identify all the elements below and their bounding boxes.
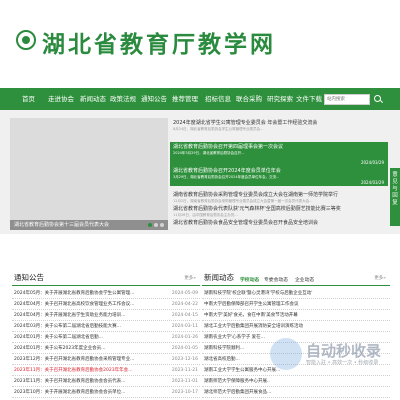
notice-title[interactable]: 2024年03月：关于公布第二届湖北省后勤技能大赛...	[14, 321, 164, 332]
nav-item-home[interactable]: 首页	[22, 88, 35, 110]
notice-row[interactable]: 2023年11月：关于召开湖北省教育后勤协会会员代表... 2023-11-01	[12, 376, 200, 387]
news-panel-row[interactable]: 湖北师范大学后勤集团开展食品...	[202, 387, 390, 398]
slider-caption[interactable]: 湖北省教育后勤协会第十三届会员代表大会	[14, 221, 109, 228]
notice-row[interactable]: 2024年01月：关于公布第二届湖北省后勤... 2024-01-26	[12, 332, 200, 343]
nav-item-notices[interactable]: 通知公告	[141, 88, 167, 110]
logo-emblem-icon	[16, 30, 36, 50]
notice-date: 2024-01-26	[171, 335, 198, 340]
notice-title[interactable]: 2024年05月：关于开展湖北省教育后勤协会学生公寓管理...	[14, 288, 164, 299]
news-panel-row-title[interactable]: 中南大学'美好'食光，食在中南'美食节活动开幕	[204, 310, 384, 321]
news-panel-row-title[interactable]: 湖北工业大学后勤集团开展消防安全培训演练活动	[204, 321, 384, 332]
slider-dots	[148, 223, 164, 227]
notice-title[interactable]: 2023年12月：关于召开湖北省教育后勤协会采购管理专业...	[14, 354, 164, 365]
news-item-title[interactable]: 湖北省教育后勤协会食品安全管理专业委员会召开食品安全培训会	[173, 219, 385, 226]
tab-committee-news[interactable]: 专委会动态	[264, 276, 288, 283]
watermark-subtext: 智能入驻 • 高效一次 • 秒级收录	[306, 360, 379, 366]
site-header: 湖北省教育厅教学网	[0, 0, 400, 88]
notice-date: 2023-11-01	[171, 379, 198, 384]
notice-date: 2023-10-17	[171, 390, 198, 395]
featured-news-list: 2024年度湖北省学生公寓管理专业委员会 年会暨工作经验交流会 8月24日，湖北…	[170, 118, 388, 230]
nav-item-purchasing[interactable]: 联合采购	[236, 88, 262, 110]
notice-row[interactable]: 2024年05月：关于开展湖北省教育后勤协会学生公寓管理... 2024-05-0…	[12, 288, 200, 299]
tab-school-news[interactable]: 学校动态	[240, 276, 259, 283]
news-panel: 新闻动态 学校动态 专委会动态 企业动态 更多» 湖南科技学院'校企联'暨心灵港…	[202, 270, 390, 400]
notice-date: 2024-05-09	[171, 291, 198, 296]
notices-panel: 通知公告 更多» 2024年05月：关于开展湖北省教育后勤协会学生公寓管理...…	[12, 270, 200, 400]
news-panel-more-link[interactable]: 更多»	[374, 275, 386, 281]
watermark-text: 自动秒收录	[306, 342, 382, 360]
nav-item-news[interactable]: 新闻动态	[80, 88, 106, 110]
notice-row[interactable]: 2024年04月：关于召开湖北省高校饮食管理业务工作会议... 2024-04-2…	[12, 299, 200, 310]
site-logo-text[interactable]: 湖北省教育厅教学网	[42, 25, 276, 59]
news-item-title[interactable]: 湖北省教育后勤协会召开第四届理事会第一次会议	[173, 143, 385, 150]
notice-row[interactable]: 2023年11月：关于召开湖北省教育后勤协会2023年年会... 2023-11-…	[12, 365, 200, 376]
news-panel-row-title[interactable]: 湖南科技学院'校企联'暨心灵港湾'学校与后勤企业互动'	[204, 288, 384, 299]
tab-enterprise-news[interactable]: 企业动态	[295, 276, 314, 283]
news-item-date: 2024/03/29	[360, 160, 384, 165]
nav-item-research[interactable]: 研究探索	[267, 88, 293, 110]
notice-date: 2024-04-15	[171, 313, 198, 318]
news-item-title[interactable]: 2024年度湖北省学生公寓管理专业委员会 年会暨工作经验交流会	[173, 119, 385, 126]
search-input[interactable]	[324, 94, 370, 105]
notices-more-link[interactable]: 更多»	[184, 275, 196, 281]
notice-row[interactable]: 2023年10月：关于开展湖北省教育后勤协会会员单位... 2023-10-17	[12, 387, 200, 398]
news-panel-title: 新闻动态	[204, 273, 234, 282]
slider-dot[interactable]	[154, 223, 158, 227]
notice-row[interactable]: 2024年03月：关于公布第二届湖北省后勤技能大赛... 2024-03-11	[12, 321, 200, 332]
watermark: 自动秒收录 智能入驻 • 高效一次 • 秒级收录	[270, 336, 400, 376]
notices-header: 通知公告 更多»	[12, 270, 200, 286]
news-panel-row-title[interactable]: 湖北师范大学后勤集团开展食品...	[204, 387, 384, 398]
nav-item-downloads[interactable]: 文件下载	[296, 88, 322, 110]
nav-item-bidding[interactable]: 招标信息	[205, 88, 231, 110]
news-item-date: 2024/03/29	[360, 180, 384, 185]
news-panel-row[interactable]: 湖南师范大学保障服务中心开展..	[202, 376, 390, 387]
slider-dot[interactable]	[148, 223, 152, 227]
notice-date: 2024-04-22	[171, 302, 198, 307]
news-item-desc: 8月24日，湖北省教育后勤协会学生公寓管理专业委员会...	[173, 127, 264, 131]
news-panel-row-title[interactable]: 中南大学后勤保障部召开学生公寓管理工作会议	[204, 299, 384, 310]
nav-item-about[interactable]: 走进协会	[48, 88, 74, 110]
notice-title[interactable]: 2023年11月：关于召开湖北省教育后勤协会2023年年会...	[14, 365, 164, 376]
notice-title[interactable]: 2023年11月：关于召开湖北省教育后勤协会会员代表...	[14, 376, 164, 387]
notice-row[interactable]: 2024年01月：关于公布2023年度企业会员... 2024-01-05	[12, 343, 200, 354]
news-panel-row-title[interactable]: 湖南师范大学保障服务中心开展..	[204, 376, 384, 387]
news-panel-row[interactable]: 中南大学'美好'食光，食在中南'美食节活动开幕	[202, 310, 390, 321]
notice-date: 2023-12-16	[171, 357, 198, 362]
nav-item-policy[interactable]: 政策法规	[110, 88, 136, 110]
notice-row[interactable]: 2023年12月：关于召开湖北省教育后勤协会采购管理专业... 2023-12-1…	[12, 354, 200, 365]
slider-caption-bar: 湖北省教育后勤协会第十三届会员代表大会	[10, 220, 168, 230]
notice-title[interactable]: 2024年01月：关于公布2023年度企业会员...	[14, 343, 164, 354]
nav-item-recommend[interactable]: 推荐管理	[172, 88, 198, 110]
search-icon[interactable]	[372, 93, 384, 105]
news-item[interactable]: 2024年度湖北省学生公寓管理专业委员会 年会暨工作经验交流会 8月24日，湖北…	[170, 118, 388, 133]
news-panel-header: 新闻动态 学校动态 专委会动态 企业动态 更多»	[202, 270, 390, 286]
news-item[interactable]: 湖北省教育后勤协会召开2024年度会员单位年会 3月29日，湖北省教育后勤协会召…	[170, 166, 388, 186]
news-item-desc: 3月29日，湖北省教育后勤协会召开2024年度会员单位年会，交流...	[173, 175, 280, 179]
notice-title[interactable]: 2024年04月：关于开展湖北省学生资助业务能力培训...	[14, 310, 164, 321]
news-item[interactable]: 湖南省教育后勤协会采购管理专业委员会成立大会在湖南第一师范学院举行 12月2日，…	[170, 190, 388, 205]
news-item[interactable]: 湖北省教育后勤协会代表队获'元气森林杯'全国高校后勤厨艺技能比赛三等奖 11月2…	[170, 204, 388, 219]
news-panel-row[interactable]: 中南大学后勤保障部召开学生公寓管理工作会议	[202, 299, 390, 310]
notice-date: 2023-11-21	[171, 368, 198, 373]
notice-title[interactable]: 2024年04月：关于召开湖北省高校饮食管理业务工作会议...	[14, 299, 164, 310]
news-item[interactable]: 湖北省教育后勤协会召开第四届理事会第一次会议 2024年3月29日，湖北省教育后…	[170, 142, 388, 166]
notice-title[interactable]: 2024年01月：关于公布第二届湖北省后勤...	[14, 332, 164, 343]
notices-title: 通知公告	[14, 273, 44, 282]
news-panel-row[interactable]: 湖北工业大学后勤集团开展消防安全培训演练活动	[202, 321, 390, 332]
news-item-title[interactable]: 湖北省教育后勤协会召开2024年度会员单位年会	[173, 167, 385, 174]
watermark-logo-icon	[270, 338, 302, 370]
news-item-desc: 2024年3月29日，湖北省教育后勤协会召开...	[173, 151, 245, 155]
feedback-side-tab[interactable]: 意见与回复	[390, 168, 400, 226]
news-item[interactable]: 湖北省教育后勤协会食品安全管理专业委员会召开食品安全培训会	[170, 218, 388, 227]
notice-date: 2024-01-05	[171, 346, 198, 351]
news-item-title[interactable]: 湖南省教育后勤协会采购管理专业委员会成立大会在湖南第一师范学院举行	[173, 191, 385, 198]
slider-dot[interactable]	[160, 223, 164, 227]
news-panel-row[interactable]: 湖南科技学院'校企联'暨心灵港湾'学校与后勤企业互动'	[202, 288, 390, 299]
notice-title[interactable]: 2023年10月：关于开展湖北省教育后勤协会会员单位...	[14, 387, 164, 398]
notice-row[interactable]: 2024年04月：关于开展湖北省学生资助业务能力培训... 2024-04-15	[12, 310, 200, 321]
featured-slider[interactable]: 湖北省教育后勤协会第十三届会员代表大会	[10, 118, 168, 230]
main-nav: 首页 走进协会 新闻动态 政策法规 通知公告 推荐管理 招标信息 联合采购 研究…	[0, 88, 400, 110]
notice-date: 2024-03-11	[171, 324, 198, 329]
news-item-title[interactable]: 湖北省教育后勤协会代表队获'元气森林杯'全国高校后勤厨艺技能比赛三等奖	[173, 205, 385, 212]
